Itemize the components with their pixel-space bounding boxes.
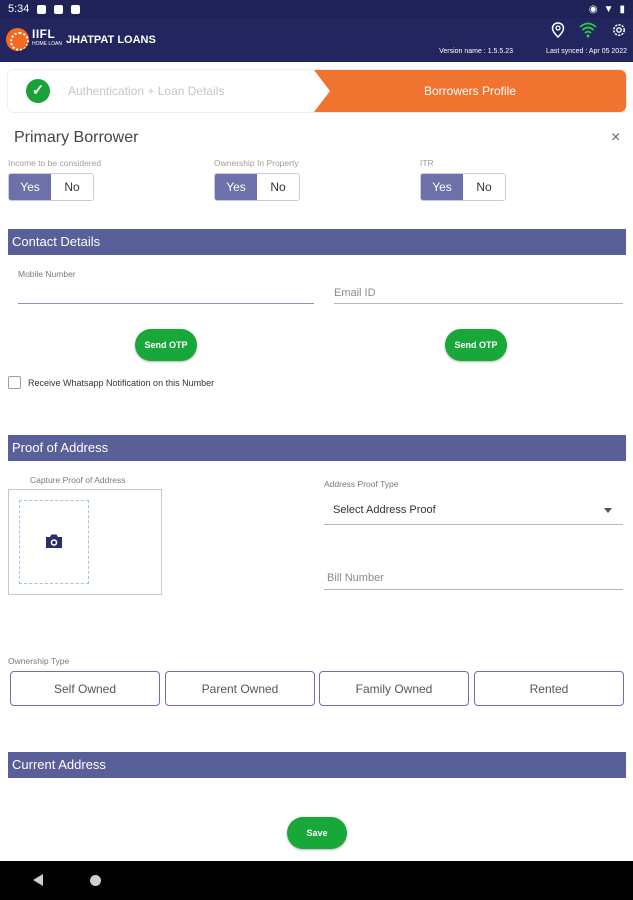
iifl-logo (6, 28, 29, 51)
income-yes-button[interactable]: Yes (9, 174, 51, 200)
location-pin-icon[interactable] (551, 22, 565, 38)
download-status-icon (54, 4, 64, 14)
address-proof-select-underline (324, 524, 623, 525)
itr-toggle: Yes No (420, 173, 506, 201)
send-otp-email-button[interactable]: Send OTP (445, 329, 507, 361)
settings-status-icon (37, 4, 47, 14)
dropdown-arrow-icon[interactable] (604, 508, 612, 513)
income-no-button[interactable]: No (51, 174, 93, 200)
ownership-yes-button[interactable]: Yes (215, 174, 257, 200)
family-owned-button[interactable]: Family Owned (319, 671, 469, 706)
send-otp-mobile-button[interactable]: Send OTP (135, 329, 197, 361)
system-navigation-bar (0, 861, 633, 900)
rented-button[interactable]: Rented (474, 671, 624, 706)
camera-icon[interactable] (45, 533, 63, 549)
itr-yes-button[interactable]: Yes (421, 174, 463, 200)
income-considered-toggle: Yes No (8, 173, 94, 201)
file-status-icon (71, 4, 81, 14)
income-considered-label: Income to be considered (8, 158, 102, 168)
step-authentication-label: Authentication + Loan Details (68, 84, 225, 98)
location-status-icon: ◉ (588, 3, 598, 15)
ownership-property-label: Ownership In Property (214, 158, 299, 168)
whatsapp-checkbox[interactable] (8, 376, 21, 389)
address-proof-type-label: Address Proof Type (324, 479, 399, 489)
save-button[interactable]: Save (287, 817, 347, 849)
email-id-input[interactable] (334, 303, 623, 304)
capture-proof-box[interactable] (8, 489, 162, 595)
ownership-no-button[interactable]: No (257, 174, 299, 200)
progress-stepper: ✓ Authentication + Loan Details Borrower… (8, 70, 626, 112)
mobile-number-label: Mobile Number (18, 269, 76, 279)
wifi-status-icon: ▼ (603, 3, 614, 15)
battery-status-icon: ▮ (619, 3, 625, 15)
step-borrowers-profile-label: Borrowers Profile (423, 84, 517, 98)
gear-icon[interactable] (611, 22, 627, 38)
itr-label: ITR (420, 158, 434, 168)
close-icon[interactable]: × (611, 129, 620, 147)
ownership-property-toggle: Yes No (214, 173, 300, 201)
email-id-placeholder: Email ID (334, 287, 376, 299)
contact-details-header: Contact Details (8, 229, 626, 255)
current-address-header: Current Address (8, 752, 626, 778)
back-icon[interactable] (33, 874, 43, 886)
mobile-number-input[interactable] (18, 303, 314, 304)
app-bar: IIFL HOME LOAN JHATPAT LOANS Version nam… (0, 18, 633, 62)
home-icon[interactable] (90, 875, 101, 886)
status-bar: 5:34 ◉ ▼ ▮ (0, 0, 633, 18)
brand-subtitle: HOME LOAN (32, 41, 63, 47)
last-synced: Last synced : Apr 05 2022 (546, 48, 627, 55)
brand-name: IIFL (32, 27, 56, 41)
parent-owned-button[interactable]: Parent Owned (165, 671, 315, 706)
capture-proof-label: Capture Proof of Address (30, 475, 126, 485)
check-icon: ✓ (26, 79, 50, 103)
whatsapp-checkbox-label: Receive Whatsapp Notification on this Nu… (28, 378, 215, 388)
bill-number-placeholder: Bill Number (327, 572, 384, 584)
wifi-icon[interactable] (579, 22, 597, 38)
itr-no-button[interactable]: No (463, 174, 505, 200)
bill-number-input[interactable] (324, 589, 623, 590)
version-name: Version name : 1.5.5.23 (439, 48, 513, 55)
address-proof-select[interactable]: Select Address Proof (333, 504, 436, 516)
self-owned-button[interactable]: Self Owned (10, 671, 160, 706)
page-title: Primary Borrower (14, 129, 139, 146)
step-borrowers-profile[interactable]: Borrowers Profile (314, 70, 626, 112)
status-time: 5:34 (8, 3, 30, 15)
step-authentication[interactable]: ✓ Authentication + Loan Details (8, 70, 328, 112)
capture-proof-dropzone[interactable] (19, 500, 89, 584)
ownership-type-label: Ownership Type (8, 656, 70, 666)
app-title: JHATPAT LOANS (66, 34, 156, 46)
proof-of-address-header: Proof of Address (8, 435, 626, 461)
